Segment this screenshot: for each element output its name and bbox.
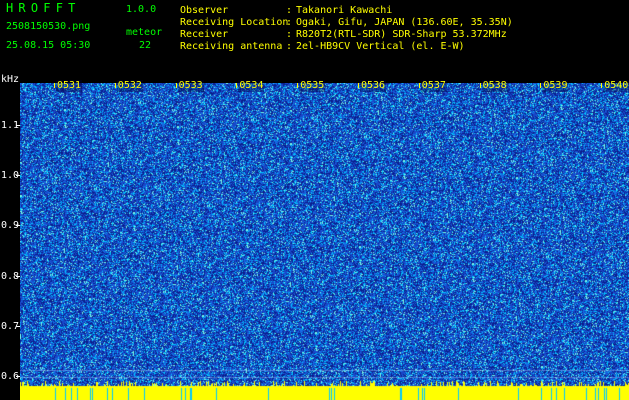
spectrogram-canvas[interactable] — [20, 83, 629, 400]
x-tick-mark — [114, 83, 116, 88]
y-tick-label: 0.8 — [1, 271, 20, 282]
receiver-value: R820T2(RTL-SDR) SDR-Sharp 53.372MHz — [296, 29, 507, 40]
y-tick-label: 0.9 — [1, 220, 20, 231]
header-panel: HROFFT 1.0.0 2508150530.png meteor 25.08… — [0, 0, 629, 72]
x-tick-label: 0532 — [116, 80, 143, 92]
y-tick-label: 0.7 — [1, 321, 20, 332]
x-tick-mark — [540, 83, 542, 88]
x-tick-label: 0536 — [360, 80, 387, 92]
location-colon: : — [286, 17, 293, 28]
y-tick-mark — [16, 276, 20, 277]
x-tick-label: 0534 — [238, 80, 265, 92]
app-version: 1.0.0 — [126, 4, 157, 15]
location-label: Receiving Location — [180, 17, 289, 28]
y-tick-mark — [16, 225, 20, 226]
x-tick-label: 0537 — [420, 80, 447, 92]
antenna-value: 2el-HB9CV Vertical (el. E-W) — [296, 41, 465, 52]
antenna-colon: : — [286, 41, 293, 52]
y-tick-label: 0.6 — [1, 371, 20, 382]
y-tick-mark — [16, 326, 20, 327]
x-tick-mark — [479, 83, 481, 88]
y-tick-mark — [16, 175, 20, 176]
x-tick-mark — [54, 83, 55, 88]
file-name: 2508150530.png — [6, 21, 91, 32]
x-tick-mark — [601, 83, 603, 88]
x-tick-label: 0540 — [603, 80, 629, 92]
y-tick-label: 1.0 — [1, 170, 20, 181]
observer-label: Observer — [180, 5, 229, 16]
date-time: 25.08.15 05:30 — [6, 40, 91, 51]
observer-value: Takanori Kawachi — [296, 5, 393, 16]
receiver-colon: : — [286, 29, 293, 40]
x-tick-mark — [175, 83, 177, 88]
y-tick-mark — [16, 376, 20, 377]
observer-colon: : — [286, 5, 293, 16]
x-tick-label: 0533 — [177, 80, 204, 92]
spectrogram-plot[interactable] — [20, 83, 629, 400]
antenna-label: Receiving antenna — [180, 41, 283, 52]
x-tick-label: 0539 — [542, 80, 569, 92]
meteor-label: meteor — [126, 27, 163, 38]
x-tick-label: 0535 — [299, 80, 326, 92]
meteor-count: 22 — [139, 40, 152, 51]
x-tick-label: 0538 — [481, 80, 508, 92]
location-value: Ogaki, Gifu, JAPAN (136.60E, 35.35N) — [296, 17, 513, 28]
app-name: HROFFT — [6, 1, 81, 15]
x-tick-mark — [297, 83, 299, 88]
x-tick-label: 0531 — [56, 80, 83, 92]
x-tick-mark — [418, 83, 420, 88]
x-tick-mark — [236, 83, 238, 88]
x-tick-mark — [358, 83, 359, 88]
y-tick-label: 1.1 — [1, 120, 20, 131]
frequency-unit: kHz — [1, 74, 20, 85]
receiver-label: Receiver — [180, 29, 229, 40]
y-tick-mark — [16, 125, 20, 126]
